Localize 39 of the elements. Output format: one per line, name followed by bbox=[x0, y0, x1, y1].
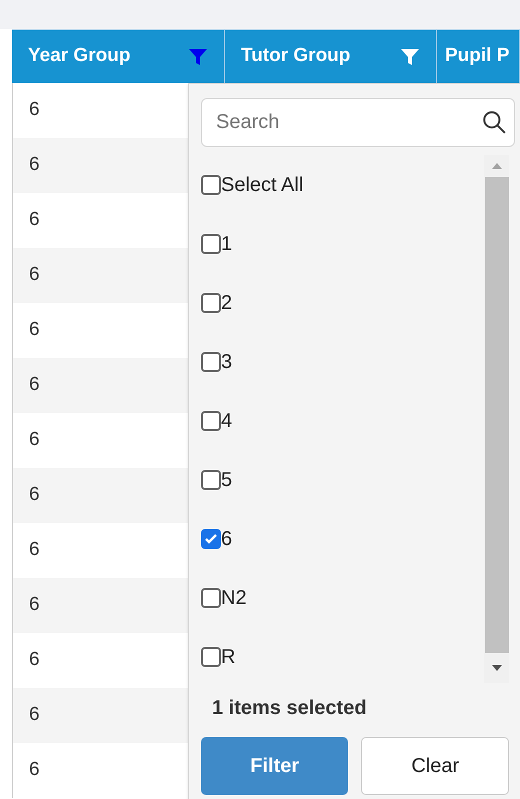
checkbox[interactable] bbox=[201, 646, 221, 666]
filter-button[interactable]: Filter bbox=[201, 737, 348, 795]
checkbox[interactable] bbox=[201, 470, 221, 490]
filter-option[interactable]: 3 bbox=[201, 332, 484, 391]
checkmark-icon bbox=[204, 532, 218, 546]
filter-option[interactable]: 6 bbox=[201, 509, 484, 568]
filter-option[interactable]: Select All bbox=[201, 155, 484, 214]
table-cell-text: 6 bbox=[29, 483, 40, 508]
table-cell-text: 6 bbox=[29, 153, 40, 178]
filter-option[interactable]: R bbox=[201, 627, 484, 686]
table-cell-text: 6 bbox=[29, 648, 40, 672]
table-cell-text: 6 bbox=[29, 703, 40, 728]
checkbox[interactable] bbox=[201, 174, 221, 194]
filter-icon[interactable] bbox=[188, 46, 208, 66]
table-cell-text: 6 bbox=[29, 428, 40, 452]
checkbox[interactable] bbox=[201, 528, 221, 548]
filter-option[interactable]: 5 bbox=[201, 450, 484, 509]
checkbox[interactable] bbox=[201, 292, 221, 312]
filter-option[interactable]: 4 bbox=[201, 391, 484, 450]
filter-option[interactable]: 2 bbox=[201, 273, 484, 332]
checkbox[interactable] bbox=[201, 588, 221, 608]
table-cell-text: 6 bbox=[29, 758, 40, 782]
selection-summary: 1 items selected bbox=[212, 696, 368, 721]
table-cell-text: 6 bbox=[29, 263, 40, 288]
search-icon bbox=[481, 109, 507, 135]
table-cell-text: 6 bbox=[29, 373, 40, 398]
table-cell-text: 6 bbox=[29, 208, 40, 232]
table-cell-text: 6 bbox=[29, 318, 40, 342]
clear-button[interactable]: Clear bbox=[361, 737, 509, 795]
checkbox[interactable] bbox=[201, 410, 221, 430]
checkbox[interactable] bbox=[201, 234, 221, 254]
table-cell-text: 6 bbox=[29, 98, 40, 122]
checkbox[interactable] bbox=[201, 352, 221, 372]
filter-icon[interactable] bbox=[400, 46, 420, 66]
filter-option[interactable]: N2 bbox=[201, 568, 484, 627]
table-cell-text: 6 bbox=[29, 593, 40, 618]
filter-option[interactable]: 1 bbox=[201, 214, 484, 273]
table-cell-text: 6 bbox=[29, 538, 40, 562]
search-field[interactable]: Search bbox=[201, 98, 515, 147]
